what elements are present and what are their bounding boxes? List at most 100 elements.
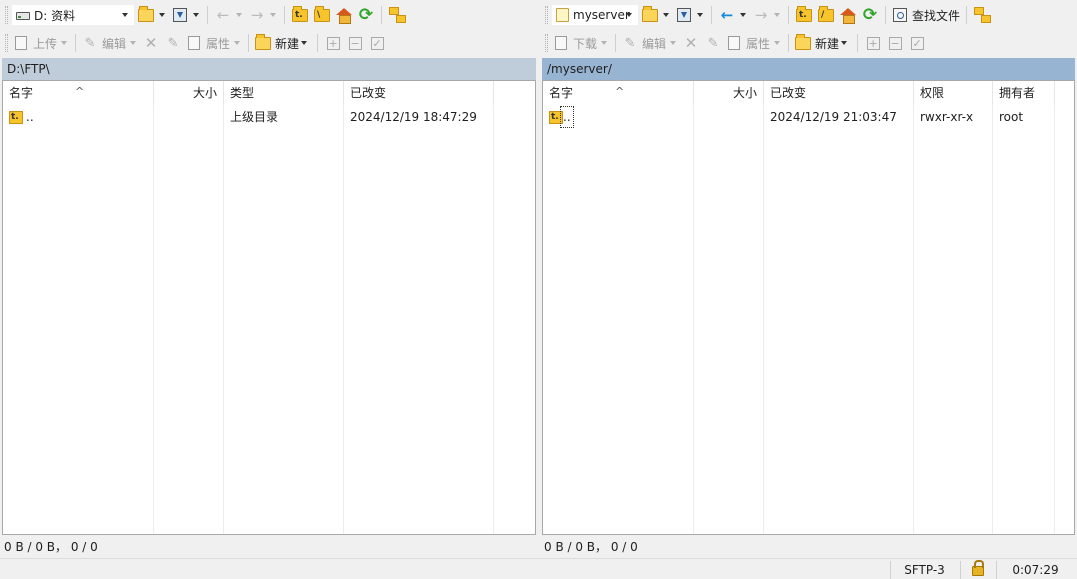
encryption-indicator[interactable] bbox=[960, 560, 994, 579]
root-folder-icon: / bbox=[818, 5, 834, 22]
local-edit-dropdown[interactable] bbox=[130, 41, 137, 45]
find-files-button[interactable]: 查找文件 bbox=[890, 4, 962, 26]
local-open-folder-dropdown[interactable] bbox=[159, 13, 165, 17]
remote-unselect-button[interactable]: − bbox=[884, 32, 906, 54]
upload-button[interactable]: 上传 bbox=[11, 32, 59, 54]
upload-dropdown[interactable] bbox=[61, 41, 68, 45]
remote-delete-button[interactable]: ✕ bbox=[680, 32, 702, 54]
toolbar-grip[interactable] bbox=[5, 6, 8, 24]
toolbar-grip[interactable] bbox=[545, 34, 548, 52]
local-path-bar[interactable]: D:\FTP\ bbox=[2, 58, 536, 80]
remote-filter-button[interactable] bbox=[673, 4, 695, 26]
folder-tree-icon bbox=[389, 7, 406, 23]
remote-path-bar[interactable]: /myserver/ bbox=[542, 58, 1075, 80]
local-select-button[interactable]: + bbox=[322, 32, 344, 54]
remote-new-button[interactable]: 新建 bbox=[793, 32, 853, 54]
local-drive-select[interactable]: D: 资料 bbox=[11, 4, 135, 26]
row-type: 上级目录 bbox=[230, 110, 279, 124]
local-filter-button[interactable] bbox=[169, 4, 191, 26]
plus-icon: + bbox=[866, 36, 880, 50]
local-select-all-button[interactable]: ✓ bbox=[366, 32, 388, 54]
remote-status: 0 B / 0 B， 0 / 0 bbox=[544, 540, 638, 554]
remote-open-folder-button[interactable] bbox=[639, 4, 661, 26]
local-filter-dropdown[interactable] bbox=[193, 13, 199, 17]
download-button[interactable]: 下载 bbox=[551, 32, 599, 54]
remote-select-all-button[interactable]: ✓ bbox=[906, 32, 928, 54]
local-back-dropdown[interactable] bbox=[236, 13, 242, 17]
new-folder-icon bbox=[795, 33, 812, 50]
drive-icon bbox=[16, 12, 30, 20]
toolbar-grip[interactable] bbox=[545, 6, 548, 24]
remote-col-owner[interactable]: 拥有者 bbox=[993, 81, 1055, 105]
local-root-dir-button[interactable]: \ bbox=[311, 4, 333, 26]
local-forward-button[interactable]: → bbox=[246, 4, 268, 26]
delete-icon: ✕ bbox=[684, 34, 698, 52]
toolbar-separator bbox=[857, 34, 859, 52]
remote-toolbar-actions: 下载 ✎ 编辑 ✕ ✎ 属性 新建 + − ✓ bbox=[540, 29, 1077, 57]
delete-icon: ✕ bbox=[144, 34, 158, 52]
local-delete-button[interactable]: ✕ bbox=[140, 32, 162, 54]
local-home-button[interactable] bbox=[333, 4, 355, 26]
table-row[interactable]: t. .. 2024/12/19 21:03:47 rwxr-xr-x root bbox=[543, 106, 1074, 128]
panel-splitter[interactable] bbox=[537, 58, 540, 558]
remote-properties-button[interactable]: 属性 bbox=[724, 32, 772, 54]
local-refresh-button[interactable]: ⟳ bbox=[355, 4, 377, 26]
remote-forward-button[interactable]: → bbox=[750, 4, 772, 26]
properties-icon bbox=[728, 36, 741, 50]
remote-drive-select[interactable]: myserver bbox=[551, 4, 639, 26]
local-properties-button[interactable]: 属性 bbox=[184, 32, 232, 54]
remote-col-size[interactable]: 大小 bbox=[694, 81, 764, 105]
remote-edit-button[interactable]: ✎ 编辑 bbox=[620, 32, 668, 54]
local-drive-label: D: 资料 bbox=[34, 8, 76, 23]
local-edit-button[interactable]: ✎ 编辑 bbox=[80, 32, 128, 54]
remote-refresh-button[interactable]: ⟳ bbox=[859, 4, 881, 26]
remote-tree-button[interactable] bbox=[971, 4, 993, 26]
remote-rename-button[interactable]: ✎ bbox=[702, 32, 724, 54]
toolbar-separator bbox=[248, 34, 250, 52]
column-divider bbox=[913, 105, 914, 534]
sort-ascending-icon: ^ bbox=[615, 85, 625, 98]
remote-col-rights[interactable]: 权限 bbox=[914, 81, 993, 105]
download-dropdown[interactable] bbox=[601, 41, 608, 45]
remote-properties-dropdown[interactable] bbox=[774, 41, 781, 45]
local-parent-dir-button[interactable]: t. bbox=[289, 4, 311, 26]
edit-icon: ✎ bbox=[624, 35, 636, 51]
remote-home-button[interactable] bbox=[837, 4, 859, 26]
remote-col-name[interactable]: 名字 ^ bbox=[543, 81, 694, 105]
local-properties-dropdown[interactable] bbox=[234, 41, 241, 45]
remote-back-dropdown[interactable] bbox=[740, 13, 746, 17]
remote-forward-dropdown[interactable] bbox=[774, 13, 780, 17]
refresh-icon: ⟳ bbox=[862, 5, 878, 25]
toolbar-grip[interactable] bbox=[5, 34, 8, 52]
toolbar-separator bbox=[711, 6, 712, 24]
local-unselect-button[interactable]: − bbox=[344, 32, 366, 54]
local-col-name[interactable]: 名字 ^ bbox=[3, 81, 154, 105]
local-open-folder-button[interactable] bbox=[135, 4, 157, 26]
remote-root-dir-button[interactable]: / bbox=[815, 4, 837, 26]
row-modified: 2024/12/19 18:47:29 bbox=[350, 110, 477, 124]
table-row[interactable]: t. .. 上级目录 2024/12/19 18:47:29 bbox=[3, 106, 535, 128]
toolbar-separator bbox=[317, 34, 319, 52]
remote-parent-dir-button[interactable]: t. bbox=[793, 4, 815, 26]
remote-file-list[interactable]: 名字 ^ 大小 已改变 权限 拥有者 t. .. 2024/12/19 21:0… bbox=[542, 80, 1075, 535]
col-name-label: 名字 bbox=[549, 86, 574, 100]
local-rename-button[interactable]: ✎ bbox=[162, 32, 184, 54]
local-col-modified[interactable]: 已改变 bbox=[344, 81, 494, 105]
remote-edit-dropdown[interactable] bbox=[670, 41, 677, 45]
toolbar-separator bbox=[885, 6, 886, 24]
local-tree-button[interactable] bbox=[386, 4, 408, 26]
check-icon: ✓ bbox=[910, 36, 924, 50]
remote-col-modified[interactable]: 已改变 bbox=[764, 81, 914, 105]
remote-open-folder-dropdown[interactable] bbox=[663, 13, 669, 17]
local-col-size[interactable]: 大小 bbox=[154, 81, 224, 105]
local-back-button[interactable]: ← bbox=[212, 4, 234, 26]
remote-back-button[interactable]: ← bbox=[716, 4, 738, 26]
remote-filter-dropdown[interactable] bbox=[697, 13, 703, 17]
status-bar: SFTP-3 0:07:29 bbox=[0, 558, 1077, 579]
protocol-indicator[interactable]: SFTP-3 bbox=[890, 561, 958, 579]
local-file-list[interactable]: 名字 ^ 大小 类型 已改变 t. .. 上级目录 2024/12/19 18:… bbox=[2, 80, 536, 535]
remote-select-button[interactable]: + bbox=[862, 32, 884, 54]
local-new-button[interactable]: 新建 bbox=[253, 32, 313, 54]
local-col-type[interactable]: 类型 bbox=[224, 81, 344, 105]
local-forward-dropdown[interactable] bbox=[270, 13, 276, 17]
